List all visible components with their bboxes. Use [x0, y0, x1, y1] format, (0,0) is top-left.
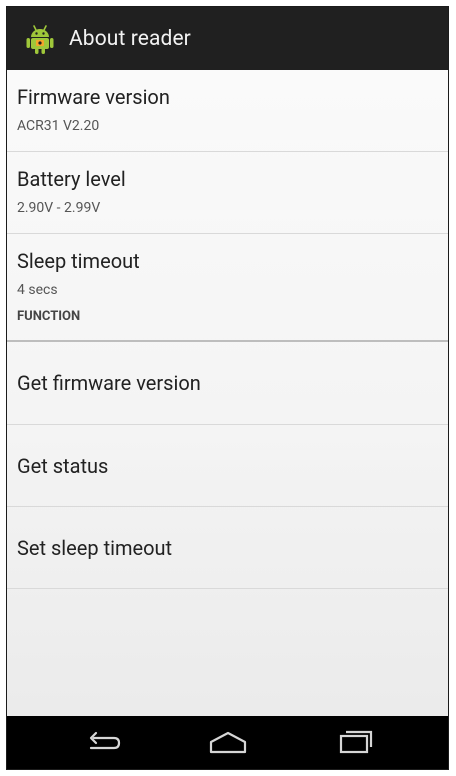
back-icon	[89, 731, 121, 750]
pref-summary: 4 secs	[17, 282, 58, 298]
action-get-firmware-version[interactable]: Get firmware version	[7, 342, 448, 425]
back-button[interactable]	[74, 724, 134, 760]
android-icon[interactable]	[25, 22, 55, 56]
pref-title: Firmware version	[17, 85, 170, 109]
phone-screen: About reader Firmware version ACR31 V2.2…	[6, 6, 449, 770]
action-set-sleep-timeout[interactable]: Set sleep timeout	[7, 507, 448, 589]
category-function: FUNCTION	[7, 308, 448, 342]
pref-summary: ACR31 V2.20	[17, 118, 100, 134]
home-icon	[209, 731, 247, 754]
navigation-bar	[7, 716, 448, 769]
action-get-status[interactable]: Get status	[7, 425, 448, 507]
pref-summary: 2.90V - 2.99V	[17, 200, 101, 216]
recents-icon	[339, 730, 373, 754]
action-bar: About reader	[7, 7, 448, 70]
action-title: Set sleep timeout	[17, 536, 173, 560]
home-button[interactable]	[198, 724, 258, 760]
action-title: Get status	[17, 454, 109, 478]
pref-sleep-timeout[interactable]: Sleep timeout 4 secs	[7, 234, 448, 308]
pref-title: Sleep timeout	[17, 249, 140, 273]
category-label: FUNCTION	[17, 309, 81, 324]
pref-battery-level[interactable]: Battery level 2.90V - 2.99V	[7, 152, 448, 234]
pref-title: Battery level	[17, 167, 126, 191]
recents-button[interactable]	[325, 724, 385, 760]
pref-firmware-version[interactable]: Firmware version ACR31 V2.20	[7, 70, 448, 152]
preference-list: Firmware version ACR31 V2.20 Battery lev…	[7, 70, 448, 718]
page-title: About reader	[69, 26, 191, 51]
action-title: Get firmware version	[17, 371, 201, 395]
